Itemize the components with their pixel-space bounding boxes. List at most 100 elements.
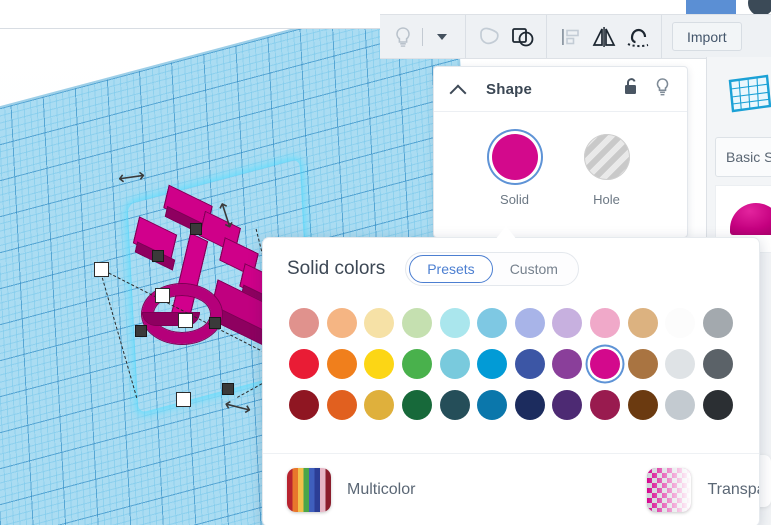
color-dot[interactable] (702, 349, 733, 379)
height-handle[interactable] (222, 383, 234, 395)
color-swatch-14[interactable] (362, 347, 396, 381)
color-swatch-6[interactable] (513, 306, 547, 340)
color-dot[interactable] (401, 390, 432, 420)
color-dot[interactable] (590, 349, 620, 379)
multicolor-option[interactable]: Multicolor (287, 468, 415, 512)
height-handle[interactable] (190, 223, 202, 235)
height-handle[interactable] (135, 325, 147, 337)
color-dot[interactable] (326, 390, 357, 420)
height-handle[interactable] (152, 250, 164, 262)
color-swatch-2[interactable] (362, 306, 396, 340)
color-swatch-11[interactable] (701, 306, 735, 340)
color-dot[interactable] (401, 308, 432, 338)
solid-option[interactable]: Solid (491, 134, 538, 207)
lightbulb-icon[interactable] (386, 20, 420, 54)
height-handle[interactable] (209, 317, 221, 329)
color-dot[interactable] (289, 308, 319, 338)
color-dot[interactable] (665, 308, 696, 338)
color-swatch-23[interactable] (701, 347, 735, 381)
shapes-category-dropdown[interactable]: Basic S (715, 137, 771, 177)
color-swatch-4[interactable] (438, 306, 472, 340)
color-swatch-15[interactable] (400, 347, 434, 381)
color-dot[interactable] (514, 308, 545, 338)
color-swatch-5[interactable] (475, 306, 509, 340)
color-dot[interactable] (552, 349, 583, 379)
color-dot[interactable] (401, 349, 432, 379)
color-dot[interactable] (364, 390, 395, 420)
chevron-up-icon[interactable] (450, 80, 468, 98)
color-swatch-16[interactable] (438, 347, 472, 381)
hole-color-circle[interactable] (583, 134, 630, 180)
color-swatch-26[interactable] (362, 388, 396, 422)
color-dot[interactable] (552, 390, 583, 420)
magnet-icon[interactable] (621, 20, 655, 54)
resize-handle[interactable] (178, 313, 193, 328)
resize-handle[interactable] (94, 262, 109, 277)
color-dot[interactable] (590, 308, 620, 338)
color-dot[interactable] (326, 349, 357, 379)
unlock-padlock-icon[interactable] (623, 77, 640, 101)
transparent-option[interactable]: Transparent (647, 468, 759, 512)
color-dot[interactable] (627, 390, 658, 420)
active-tab-indicator[interactable] (686, 0, 736, 14)
color-dot[interactable] (326, 308, 357, 338)
color-swatch-35[interactable] (701, 388, 735, 422)
color-swatch-28[interactable] (438, 388, 472, 422)
color-swatch-30[interactable] (513, 388, 547, 422)
color-dot[interactable] (702, 308, 733, 338)
color-dot[interactable] (514, 390, 545, 420)
color-dot[interactable] (590, 390, 620, 420)
color-swatch-13[interactable] (325, 347, 359, 381)
color-dot[interactable] (364, 349, 395, 379)
color-dot[interactable] (665, 349, 696, 379)
color-dot[interactable] (552, 308, 583, 338)
tab-custom[interactable]: Custom (493, 256, 575, 282)
color-swatch-10[interactable] (663, 306, 697, 340)
group-icon[interactable] (472, 20, 506, 54)
import-button[interactable]: Import (672, 22, 742, 51)
color-dot[interactable] (514, 349, 545, 379)
color-swatch-3[interactable] (400, 306, 434, 340)
color-dot[interactable] (477, 390, 508, 420)
color-dot[interactable] (364, 308, 395, 338)
tab-presets[interactable]: Presets (409, 255, 493, 283)
rotate-handle-icon[interactable]: ⟷ (117, 165, 147, 190)
color-dot[interactable] (627, 349, 658, 379)
color-dot[interactable] (702, 390, 733, 420)
color-dot[interactable] (477, 349, 508, 379)
align-icon[interactable] (553, 20, 587, 54)
color-swatch-24[interactable] (287, 388, 321, 422)
solid-color-circle[interactable] (491, 134, 538, 180)
color-swatch-20[interactable] (588, 347, 622, 381)
hole-option[interactable]: Hole (583, 134, 630, 207)
color-swatch-32[interactable] (588, 388, 622, 422)
color-swatch-21[interactable] (626, 347, 660, 381)
color-swatch-12[interactable] (287, 347, 321, 381)
color-swatch-18[interactable] (513, 347, 547, 381)
color-swatch-9[interactable] (626, 306, 660, 340)
color-swatch-25[interactable] (325, 388, 359, 422)
chevron-down-icon[interactable] (425, 20, 459, 54)
resize-handle[interactable] (176, 392, 191, 407)
color-dot[interactable] (627, 308, 658, 338)
color-swatch-8[interactable] (588, 306, 622, 340)
color-dot[interactable] (289, 349, 319, 379)
mirror-icon[interactable] (587, 20, 621, 54)
color-swatch-29[interactable] (475, 388, 509, 422)
color-dot[interactable] (477, 308, 508, 338)
color-dot[interactable] (439, 308, 470, 338)
workplane-grid-icon[interactable] (727, 73, 771, 115)
color-swatch-27[interactable] (400, 388, 434, 422)
color-swatch-22[interactable] (663, 347, 697, 381)
color-dot[interactable] (665, 390, 696, 420)
color-swatch-1[interactable] (325, 306, 359, 340)
color-swatch-17[interactable] (475, 347, 509, 381)
ungroup-icon[interactable] (506, 20, 540, 54)
color-swatch-19[interactable] (550, 347, 584, 381)
lightbulb-icon[interactable] (654, 77, 671, 102)
color-dot[interactable] (439, 390, 470, 420)
color-swatch-7[interactable] (550, 306, 584, 340)
color-swatch-34[interactable] (663, 388, 697, 422)
color-swatch-33[interactable] (626, 388, 660, 422)
color-dot[interactable] (289, 390, 319, 420)
